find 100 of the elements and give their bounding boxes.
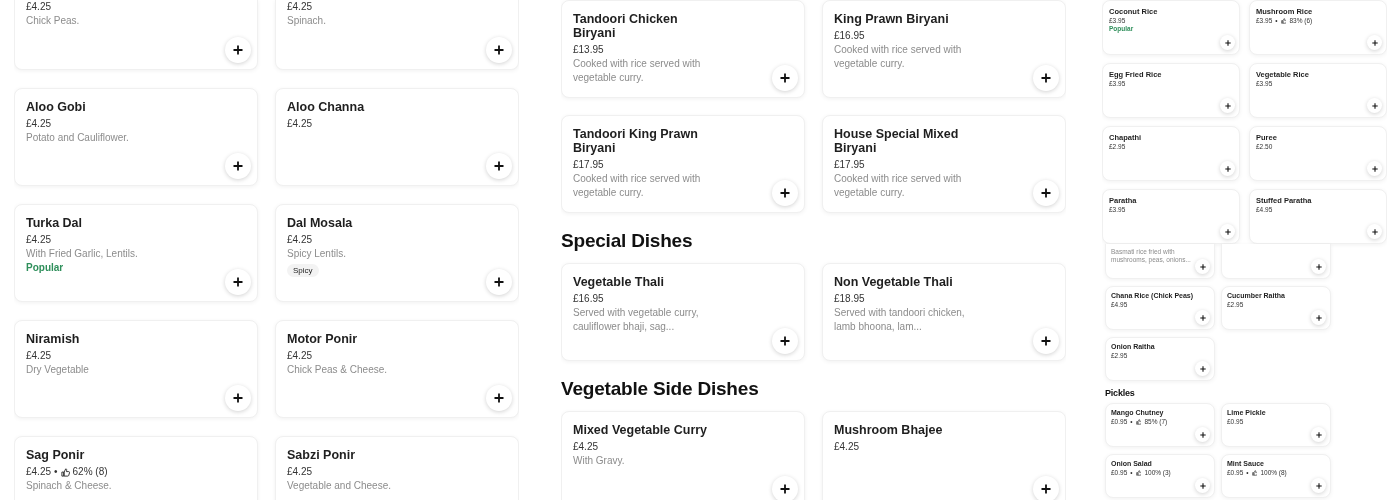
dish-card[interactable]: Tandoori Chicken Biryani £13.95 Cooked with rice served with vegetable curry. — [561, 0, 805, 98]
dish-name: Sabzi Ponir — [287, 448, 357, 462]
dish-card[interactable]: House Special Mixed Biryani £17.95 Cooked with rice served with vegetable curry. — [822, 115, 1066, 213]
add-button[interactable] — [486, 37, 512, 63]
dish-description: Dry Vegetable — [26, 363, 90, 377]
section-heading: Vegetable Side Dishes — [561, 378, 760, 400]
plus-icon — [1315, 431, 1322, 438]
dish-card[interactable]: Aloo Gobi £4.25 Potato and Cauliflower. — [14, 88, 258, 186]
plus-icon — [1224, 39, 1231, 46]
thumbs-up-icon — [60, 467, 70, 477]
plus-icon — [1041, 336, 1051, 346]
add-button[interactable] — [772, 65, 798, 91]
dish-description: Spicy Lentils. — [287, 247, 347, 261]
dish-price: £4.25 — [26, 349, 53, 363]
plus-icon — [780, 336, 790, 346]
thumbs-up-icon — [1135, 418, 1142, 425]
dish-card[interactable]: Tandoori King Prawn Biryani £17.95 Cooked with rice served with vegetable curry. — [561, 115, 805, 213]
add-button[interactable] — [1033, 65, 1059, 91]
dish-name: Aloo Channa — [287, 100, 366, 114]
plus-icon — [1371, 165, 1378, 172]
dish-card[interactable]: Sabzi Ponir £4.25 Vegetable and Cheese. — [275, 436, 519, 500]
dish-card[interactable]: Aloo Channa £4.25 — [275, 88, 519, 186]
dish-name: Aloo Gobi — [26, 100, 87, 114]
dish-price: £18.95 — [834, 292, 866, 306]
dish-card[interactable]: Sag Ponir £4.25 • 62% (8) Spinach & Cheese. — [14, 436, 258, 500]
dish-name: Sag Ponir — [26, 448, 86, 462]
add-button[interactable] — [772, 180, 798, 206]
dish-price: £4.25 — [26, 0, 53, 14]
dish-price: £4.25 — [26, 117, 53, 131]
dish-description: Cooked with rice served with vegetable curry. — [834, 172, 963, 200]
separator-dot: • — [54, 465, 58, 479]
plus-icon — [780, 188, 790, 198]
plus-icon — [233, 277, 243, 287]
dish-card[interactable]: Motor Ponir £4.25 Chick Peas & Cheese. — [275, 320, 519, 418]
add-button[interactable] — [225, 385, 251, 411]
plus-icon — [1199, 365, 1206, 372]
section-heading: Pickles — [1105, 387, 1136, 399]
popular-label: Popular — [26, 261, 65, 275]
plus-icon — [1371, 228, 1378, 235]
plus-icon — [494, 45, 504, 55]
dish-price: £4.25 — [287, 465, 314, 479]
dish-price: £17.95 — [573, 158, 605, 172]
dish-price: £4.25 — [287, 117, 314, 131]
plus-icon — [1199, 314, 1206, 321]
dish-description: Served with tandoori chicken, lamb bhoona, lam... — [834, 306, 966, 334]
dish-card[interactable]: Niramish £4.25 Dry Vegetable — [14, 320, 258, 418]
dish-price: £4.25 — [287, 349, 314, 363]
dish-name: Tandoori Chicken Biryani — [573, 12, 679, 40]
dish-card[interactable]: Mixed Vegetable Curry £4.25 With Gravy. — [561, 411, 805, 500]
add-button[interactable] — [486, 153, 512, 179]
dish-card[interactable]: £4.25 Chick Peas. — [14, 0, 258, 70]
thumbs-up-icon — [1251, 469, 1258, 476]
dish-price: £4.25 — [834, 440, 861, 454]
plus-icon — [233, 45, 243, 55]
add-button[interactable] — [1033, 328, 1059, 354]
dish-card[interactable]: Vegetable Thali £16.95 Served with vegetable curry, cauliflower bhaji, sag... — [561, 263, 805, 361]
dish-name: Motor Ponir — [287, 332, 359, 346]
add-button[interactable] — [1033, 180, 1059, 206]
plus-icon — [1041, 73, 1051, 83]
add-button[interactable] — [772, 476, 798, 500]
add-button[interactable] — [225, 37, 251, 63]
spicy-tag: Spicy — [287, 264, 319, 277]
add-button[interactable] — [486, 269, 512, 295]
thumbs-up-icon — [1135, 469, 1142, 476]
dish-card[interactable]: Mushroom Bhajee £4.25 — [822, 411, 1066, 500]
dish-card[interactable]: King Prawn Biryani £16.95 Cooked with rice served with vegetable curry. — [822, 0, 1066, 98]
dish-card[interactable]: Turka Dal £4.25 With Fried Garlic, Lentils. Popular — [14, 204, 258, 302]
add-button[interactable] — [772, 328, 798, 354]
add-button[interactable] — [1033, 476, 1059, 500]
add-button[interactable] — [486, 385, 512, 411]
dish-price: £13.95 — [573, 43, 605, 57]
thumbs-up-icon — [1280, 18, 1287, 24]
plus-icon — [1315, 263, 1322, 270]
dish-description: With Gravy. — [573, 454, 626, 468]
dish-description: Cooked with rice served with vegetable curry. — [573, 172, 702, 200]
dish-name: Niramish — [26, 332, 81, 346]
plus-icon — [1315, 482, 1322, 489]
plus-icon — [233, 393, 243, 403]
dish-description: Spinach & Cheese. — [26, 479, 113, 493]
add-button[interactable] — [225, 153, 251, 179]
plus-icon — [494, 277, 504, 287]
dish-card[interactable]: Non Vegetable Thali £18.95 Served with tandoori chicken, lamb bhoona, lam... — [822, 263, 1066, 361]
dish-description: Chick Peas. — [26, 14, 81, 28]
dish-description: Cooked with rice served with vegetable curry. — [834, 43, 963, 71]
add-button[interactable] — [225, 269, 251, 295]
dish-name: Tandoori King Prawn Biryani — [573, 127, 699, 155]
dish-card[interactable]: £4.25 Spinach. — [275, 0, 519, 70]
dish-description: Potato and Cauliflower. — [26, 131, 130, 145]
dish-name: Dal Mosala — [287, 216, 354, 230]
dish-card[interactable]: Dal Mosala £4.25 Spicy Lentils. Spicy — [275, 204, 519, 302]
dish-name: Turka Dal — [26, 216, 84, 230]
dish-price: £4.25 — [26, 465, 52, 479]
dish-description: Chick Peas & Cheese. — [287, 363, 389, 377]
plus-icon — [1041, 484, 1051, 494]
plus-icon — [1224, 102, 1231, 109]
plus-icon — [1224, 165, 1231, 172]
dish-name: Mushroom Bhajee — [834, 423, 944, 437]
dish-price: £16.95 — [573, 292, 605, 306]
dish-name: Non Vegetable Thali — [834, 275, 954, 289]
plus-icon — [494, 393, 504, 403]
